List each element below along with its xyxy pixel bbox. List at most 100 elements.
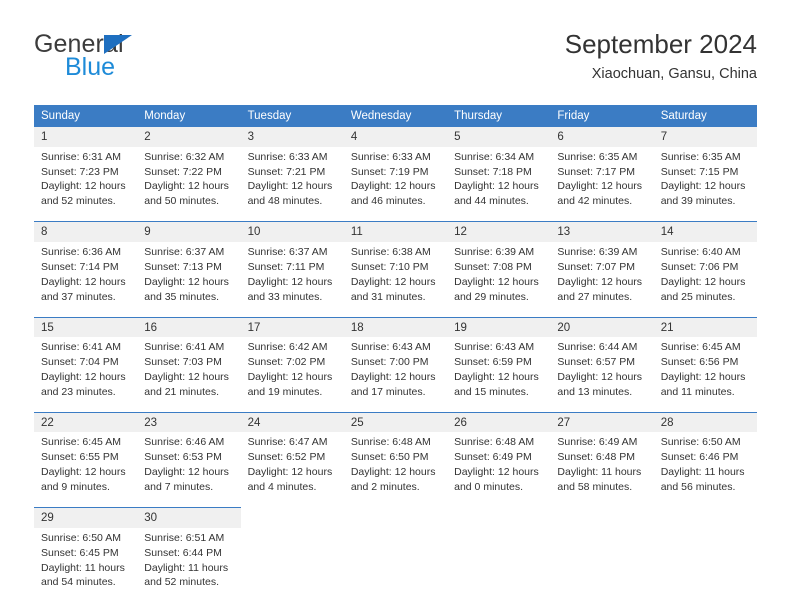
- sunrise-text: Sunrise: 6:36 AM: [41, 245, 121, 258]
- day-number[interactable]: 27: [550, 411, 654, 433]
- sunset-text: Sunset: 7:13 PM: [144, 260, 222, 273]
- day-number[interactable]: 29: [34, 507, 138, 528]
- day-cell[interactable]: Sunrise: 6:45 AM Sunset: 6:55 PM Dayligh…: [34, 432, 138, 508]
- day-number[interactable]: 14: [653, 221, 757, 242]
- day-cell[interactable]: Sunrise: 6:47 AM Sunset: 6:52 PM Dayligh…: [240, 432, 344, 508]
- day-cell[interactable]: Sunrise: 6:43 AM Sunset: 7:00 PM Dayligh…: [343, 337, 448, 413]
- day-cell[interactable]: Sunrise: 6:41 AM Sunset: 7:03 PM Dayligh…: [137, 337, 241, 413]
- day-cell[interactable]: Sunrise: 6:50 AM Sunset: 6:45 PM Dayligh…: [34, 527, 138, 603]
- day-number[interactable]: 8: [34, 221, 138, 242]
- day-cell[interactable]: Sunrise: 6:41 AM Sunset: 7:04 PM Dayligh…: [34, 337, 138, 413]
- day-cell[interactable]: Sunrise: 6:38 AM Sunset: 7:10 PM Dayligh…: [343, 241, 448, 318]
- day-number[interactable]: 21: [653, 316, 757, 338]
- daylight-text-line2: and 4 minutes.: [247, 481, 317, 494]
- day-number[interactable]: 10: [240, 221, 344, 242]
- day-cell[interactable]: Sunrise: 6:39 AM Sunset: 7:07 PM Dayligh…: [550, 241, 654, 318]
- daylight-text-line2: and 19 minutes.: [247, 385, 323, 398]
- day-cell[interactable]: Sunrise: 6:34 AM Sunset: 7:18 PM Dayligh…: [447, 146, 551, 222]
- sunrise-text: Sunrise: 6:33 AM: [350, 150, 431, 163]
- daylight-text-line2: and 11 minutes.: [660, 385, 735, 398]
- day-cell[interactable]: Sunrise: 6:43 AM Sunset: 6:59 PM Dayligh…: [447, 337, 551, 413]
- day-cell[interactable]: Sunrise: 6:51 AM Sunset: 6:44 PM Dayligh…: [137, 527, 241, 603]
- day-number[interactable]: 16: [137, 316, 241, 338]
- day-number[interactable]: 19: [447, 316, 551, 338]
- day-cell[interactable]: Sunrise: 6:50 AM Sunset: 6:46 PM Dayligh…: [653, 432, 757, 508]
- day-number[interactable]: 5: [447, 127, 551, 147]
- day-cell[interactable]: Sunrise: 6:31 AM Sunset: 7:23 PM Dayligh…: [34, 146, 138, 222]
- day-number[interactable]: 28: [653, 411, 757, 433]
- sunrise-text: Sunrise: 6:39 AM: [557, 245, 638, 258]
- day-number[interactable]: 25: [343, 411, 448, 433]
- day-number[interactable]: 6: [550, 127, 654, 147]
- day-number[interactable]: 11: [343, 221, 448, 242]
- day-number-empty: [447, 507, 551, 528]
- sunset-text: Sunset: 7:15 PM: [660, 165, 739, 178]
- daylight-text-line1: Daylight: 12 hours: [41, 275, 126, 288]
- sunrise-text: Sunrise: 6:48 AM: [454, 436, 535, 449]
- day-number[interactable]: 1: [34, 127, 138, 147]
- day-number[interactable]: 15: [34, 316, 138, 338]
- daylight-text-line2: and 46 minutes.: [350, 195, 426, 208]
- day-cell[interactable]: Sunrise: 6:39 AM Sunset: 7:08 PM Dayligh…: [447, 241, 551, 318]
- day-number[interactable]: 30: [137, 507, 241, 528]
- day-cell[interactable]: Sunrise: 6:45 AM Sunset: 6:56 PM Dayligh…: [653, 337, 757, 413]
- day-cell[interactable]: Sunrise: 6:36 AM Sunset: 7:14 PM Dayligh…: [34, 241, 138, 318]
- day-cell[interactable]: Sunrise: 6:48 AM Sunset: 6:50 PM Dayligh…: [343, 432, 448, 508]
- day-cell[interactable]: Sunrise: 6:33 AM Sunset: 7:21 PM Dayligh…: [240, 146, 344, 222]
- week-row-details: Sunrise: 6:36 AM Sunset: 7:14 PM Dayligh…: [34, 241, 757, 318]
- daylight-text-line1: Daylight: 12 hours: [454, 466, 539, 479]
- day-cell[interactable]: Sunrise: 6:44 AM Sunset: 6:57 PM Dayligh…: [550, 337, 654, 413]
- day-cell[interactable]: Sunrise: 6:42 AM Sunset: 7:02 PM Dayligh…: [240, 337, 344, 413]
- day-number[interactable]: 26: [447, 411, 551, 433]
- sunrise-text: Sunrise: 6:41 AM: [144, 341, 225, 354]
- weekday-header-wednesday: Wednesday: [343, 105, 448, 127]
- day-number[interactable]: 17: [240, 316, 344, 338]
- sunset-text: Sunset: 7:07 PM: [557, 260, 636, 273]
- day-number[interactable]: 13: [550, 221, 654, 242]
- daylight-text-line2: and 9 minutes.: [41, 481, 110, 494]
- day-cell[interactable]: Sunrise: 6:49 AM Sunset: 6:48 PM Dayligh…: [550, 432, 654, 508]
- day-number[interactable]: 23: [137, 411, 241, 433]
- day-cell[interactable]: Sunrise: 6:46 AM Sunset: 6:53 PM Dayligh…: [137, 432, 241, 508]
- day-number[interactable]: 18: [343, 316, 448, 338]
- daylight-text-line1: Daylight: 12 hours: [660, 370, 746, 383]
- daylight-text-line2: and 37 minutes.: [41, 290, 116, 303]
- day-number[interactable]: 7: [653, 127, 757, 147]
- sunrise-text: Sunrise: 6:37 AM: [144, 245, 225, 258]
- page-subtitle: Xiaochuan, Gansu, China: [591, 65, 757, 82]
- sunrise-text: Sunrise: 6:39 AM: [454, 245, 535, 258]
- day-number[interactable]: 9: [137, 221, 241, 242]
- daylight-text-line2: and 39 minutes.: [660, 195, 736, 208]
- sunset-text: Sunset: 6:59 PM: [454, 356, 532, 369]
- daylight-text-line1: Daylight: 12 hours: [350, 180, 436, 193]
- day-number[interactable]: 22: [34, 411, 138, 433]
- daylight-text-line2: and 52 minutes.: [41, 195, 116, 208]
- day-cell[interactable]: Sunrise: 6:35 AM Sunset: 7:15 PM Dayligh…: [653, 146, 757, 222]
- day-cell[interactable]: Sunrise: 6:40 AM Sunset: 7:06 PM Dayligh…: [653, 241, 757, 318]
- day-cell[interactable]: Sunrise: 6:33 AM Sunset: 7:19 PM Dayligh…: [343, 146, 448, 222]
- calendar-page: General Blue September 2024 Xiaochuan, G…: [0, 0, 792, 612]
- sunrise-text: Sunrise: 6:43 AM: [454, 341, 535, 354]
- weekday-header-sunday: Sunday: [34, 105, 138, 127]
- day-number[interactable]: 2: [137, 127, 241, 147]
- day-number[interactable]: 12: [447, 221, 551, 242]
- daylight-text-line2: and 31 minutes.: [350, 290, 426, 303]
- daylight-text-line1: Daylight: 12 hours: [660, 180, 746, 193]
- day-cell[interactable]: Sunrise: 6:37 AM Sunset: 7:13 PM Dayligh…: [137, 241, 241, 318]
- day-cell[interactable]: Sunrise: 6:35 AM Sunset: 7:17 PM Dayligh…: [550, 146, 654, 222]
- day-number[interactable]: 3: [240, 127, 344, 147]
- sunset-text: Sunset: 7:02 PM: [247, 356, 326, 369]
- daylight-text-line2: and 42 minutes.: [557, 195, 633, 208]
- day-cell[interactable]: Sunrise: 6:48 AM Sunset: 6:49 PM Dayligh…: [447, 432, 551, 508]
- daylight-text-line1: Daylight: 12 hours: [41, 370, 126, 383]
- day-number[interactable]: 20: [550, 316, 654, 338]
- daylight-text-line1: Daylight: 12 hours: [247, 180, 333, 193]
- calendar-table: Sunday Monday Tuesday Wednesday Thursday…: [34, 105, 757, 603]
- day-number[interactable]: 24: [240, 411, 344, 433]
- day-cell[interactable]: Sunrise: 6:32 AM Sunset: 7:22 PM Dayligh…: [137, 146, 241, 222]
- day-number[interactable]: 4: [343, 127, 448, 147]
- weekday-header-monday: Monday: [137, 105, 241, 127]
- day-number-empty: [343, 507, 448, 528]
- day-cell[interactable]: Sunrise: 6:37 AM Sunset: 7:11 PM Dayligh…: [240, 241, 344, 318]
- daylight-text-line2: and 0 minutes.: [454, 481, 524, 494]
